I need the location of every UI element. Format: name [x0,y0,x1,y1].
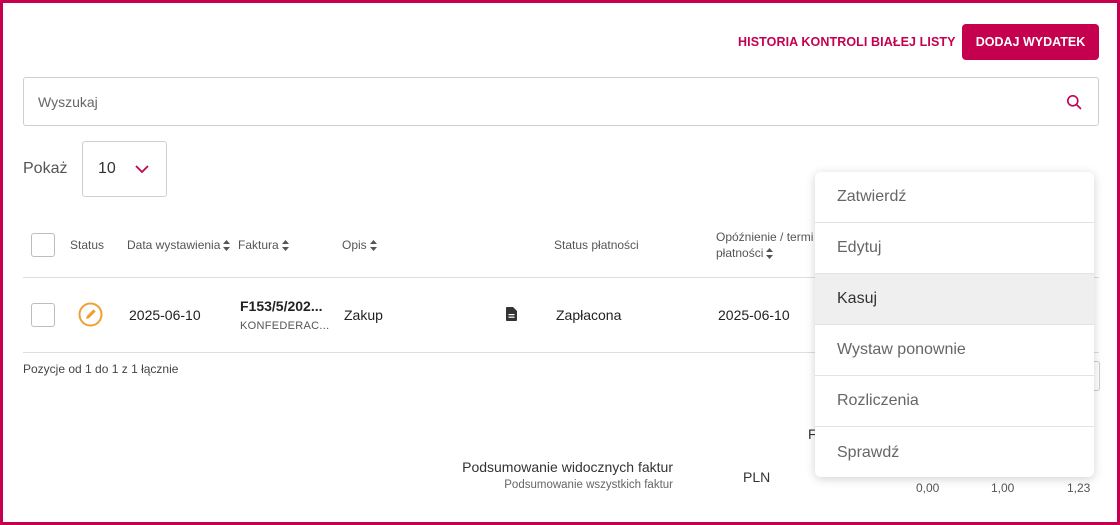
summary-value: 0,00 [916,481,940,495]
col-delay[interactable]: płatności [716,246,774,260]
col-status: Status [70,238,105,252]
row-checkbox[interactable] [31,303,55,327]
add-expense-button[interactable]: DODAJ WYDATEK [962,24,1099,60]
document-icon[interactable] [506,307,517,321]
col-issue-date[interactable]: Data wystawienia [127,238,231,252]
summary-value: 1,00 [991,481,1015,495]
col-description[interactable]: Opis [342,238,377,252]
select-all-checkbox[interactable] [31,233,55,257]
sort-icon [369,239,377,251]
pagination-control[interactable] [1094,361,1100,391]
menu-item-delete[interactable]: Kasuj [815,274,1094,325]
sort-icon [223,239,231,251]
page-size-label: Pokaż [23,160,68,177]
summary-currency: PLN [743,469,771,485]
summary-value: 1,23 [1067,481,1091,495]
sort-icon [281,239,289,251]
sort-icon [766,247,774,259]
search-placeholder: Wyszukaj [38,94,98,110]
menu-item-verify[interactable]: Sprawdź [815,427,1094,477]
col-payment-status: Status płatności [554,238,639,252]
due-date: 2025-06-10 [718,307,790,323]
summary-all-label: Podsumowanie wszystkich faktur [504,479,673,491]
menu-item-reissue[interactable]: Wystaw ponownie [815,325,1094,376]
search-input[interactable]: Wyszukaj [23,77,1099,126]
menu-item-edit[interactable]: Edytuj [815,223,1094,274]
issue-date: 2025-06-10 [129,307,201,323]
chevron-down-icon [135,165,149,174]
description: Zakup [344,307,383,323]
pencil-icon[interactable] [78,302,103,327]
menu-item-approve[interactable]: Zatwierdź [815,172,1094,223]
col-invoice[interactable]: Faktura [238,238,289,252]
menu-item-settlements[interactable]: Rozliczenia [815,376,1094,427]
page-size-select[interactable]: 10 [82,141,167,197]
invoice-number[interactable]: F153/5/202... [240,298,323,314]
row-actions-menu: Zatwierdź Edytuj Kasuj Wystaw ponownie R… [815,172,1094,477]
page-size-value: 10 [98,160,116,177]
search-icon[interactable] [1066,94,1082,110]
summary-visible-label: Podsumowanie widocznych faktur [462,459,673,475]
payment-status: Zapłacona [556,307,622,323]
pagination-info: Pozycje od 1 do 1 z 1 łącznie [23,362,179,376]
col-delay-line1: Opóźnienie / termi [716,230,814,244]
whitelist-history-link[interactable]: HISTORIA KONTROLI BIAŁEJ LISTY [738,35,956,49]
invoice-contractor: KONFEDERAC... [240,320,330,332]
